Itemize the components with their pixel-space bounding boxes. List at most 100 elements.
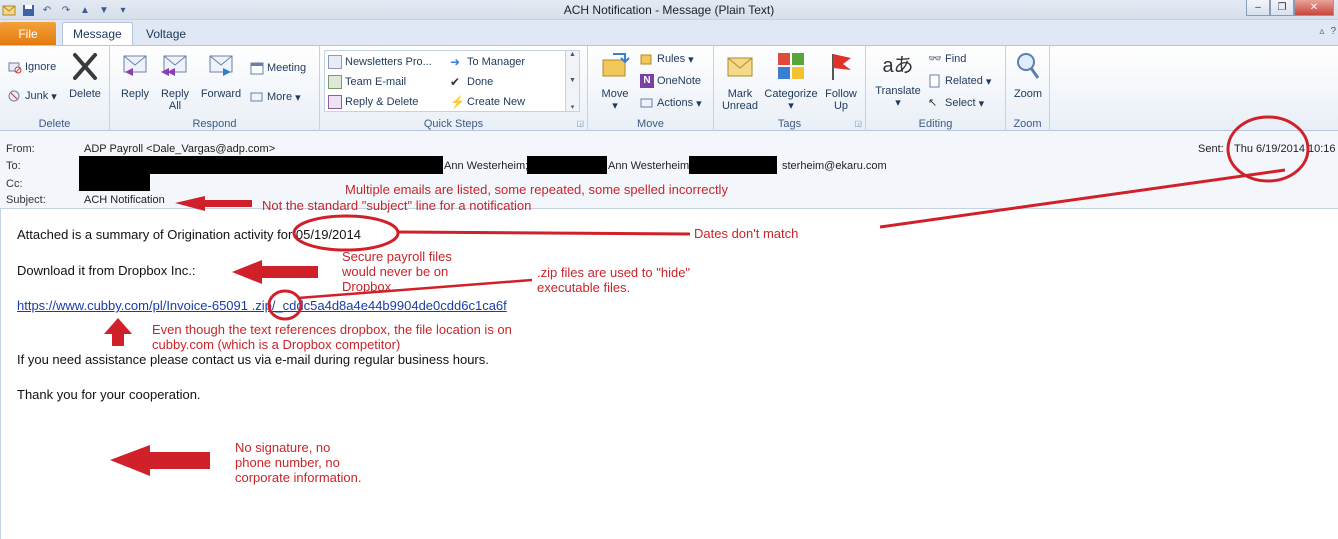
zoom-button[interactable]: Zoom [1010,50,1046,100]
ribbon: Ignore Junk ▾ Delete Delete Reply Reply A… [0,45,1338,131]
redaction-bar [79,156,443,174]
annotation-multiple-emails: Multiple emails are listed, some repeate… [345,182,728,197]
close-button[interactable]: ✕ [1294,0,1334,16]
rules-icon [640,54,652,65]
subject-label: Subject: [6,194,46,206]
redaction-bar [527,156,607,174]
tab-file[interactable]: File [0,22,56,45]
actions-icon [640,98,653,108]
group-tags: Mark Unread Categorize ▾ Follow Up Tags … [714,46,866,131]
more-button[interactable]: More ▾ [250,88,301,106]
newsletters-icon [328,55,342,69]
checkmark-icon: ✔ [450,75,461,89]
quick-step-newsletters[interactable]: Newsletters Pro... [328,53,432,71]
translate-button[interactable]: aあ Translate ▾ [872,50,924,109]
to-recipient-1[interactable]: Ann Westerheim; [444,160,528,172]
find-button[interactable]: 👓 Find [928,50,966,68]
mark-unread-button[interactable]: Mark Unread [720,50,760,112]
from-label: From: [6,143,35,155]
quick-steps-scrollbar[interactable]: ▲ ▼ ▾ [565,51,579,111]
actions-button[interactable]: Actions ▾ [640,94,702,112]
quick-step-to-manager[interactable]: ➜ To Manager [450,53,525,71]
meeting-button[interactable]: Meeting [250,59,306,77]
categorize-button[interactable]: Categorize ▾ [762,50,820,112]
annotation-subject: Not the standard "subject" line for a no… [262,198,532,213]
body-line-assistance: If you need assistance please contact us… [17,352,489,367]
group-label-editing: Editing [918,118,953,130]
quick-step-done[interactable]: ✔ Done [450,73,493,91]
delete-button[interactable]: Delete [66,50,104,100]
group-editing: aあ Translate ▾ 👓 Find Related ▾ ↖ Select ▾… [866,46,1006,131]
tab-voltage[interactable]: Voltage [136,22,196,45]
magnifier-icon [1017,53,1040,79]
to-recipient-2[interactable]: Ann Westerheim; [608,160,692,172]
maximize-button[interactable]: ❐ [1270,0,1294,16]
group-label-zoom: Zoom [1013,118,1042,130]
minimize-ribbon-icon[interactable]: ▵ [1319,26,1324,37]
group-label-quick-steps: Quick Steps [423,118,484,130]
scroll-down-icon[interactable]: ▼ [569,77,576,84]
group-label-respond: Respond [192,118,237,130]
origination-date: 05/19/2014 [295,227,361,242]
reply-all-icon [161,55,187,76]
forward-icon [209,55,233,76]
team-email-icon [328,75,342,89]
forward-button[interactable]: Forward [198,50,244,100]
related-icon [929,74,940,88]
move-button[interactable]: Move ▾ [596,50,634,112]
quick-step-create-new[interactable]: ⚡ Create New [450,93,525,111]
from-value[interactable]: ADP Payroll <Dale_Vargas@adp.com> [84,143,275,155]
annotation-cubby: Even though the text references dropbox,… [152,322,512,352]
reply-button[interactable]: Reply [118,50,152,100]
lightning-icon: ⚡ [450,95,465,109]
body-line-download: Download it from Dropbox Inc.: [17,263,196,278]
chevron-down-icon: ▾ [612,100,618,112]
redaction-bar [79,173,150,191]
junk-button[interactable]: Junk ▾ [8,87,57,105]
quick-steps-gallery: Newsletters Pro... Team E-mail Reply & D… [324,50,580,112]
chevron-down-icon: ▾ [978,97,985,110]
group-label-move: Move [637,118,664,130]
chevron-down-icon: ▾ [295,91,301,104]
group-label-delete: Delete [38,118,71,130]
rules-button[interactable]: Rules ▾ [640,50,694,68]
to-label: To: [6,160,21,172]
subject-value: ACH Notification [84,194,165,206]
sent-label: Sent: [1198,143,1224,155]
reply-delete-icon [328,95,342,109]
expand-gallery-icon[interactable]: ▾ [571,103,575,111]
cc-label: Cc: [6,178,23,190]
tab-message[interactable]: Message [62,22,133,45]
window-title: ACH Notification - Message (Plain Text) [563,3,775,17]
group-zoom: Zoom Zoom [1006,46,1050,131]
redaction-bar [689,156,777,174]
ribbon-tabs: File Message Voltage ▵ ? [0,20,1338,45]
dialog-launcher-icon[interactable]: ◲ [576,119,584,128]
ignore-button[interactable]: Ignore [8,58,56,76]
body-line-summary: Attached is a summary of Origination act… [17,227,361,242]
invoice-link[interactable]: https://www.cubby.com/pl/Invoice-65091 .… [17,298,507,313]
chevron-down-icon: ▾ [696,97,702,110]
quick-step-team-email[interactable]: Team E-mail [328,73,406,91]
quick-step-reply-delete[interactable]: Reply & Delete [328,93,418,111]
chevron-down-icon: ▾ [985,75,992,88]
reply-all-button[interactable]: Reply All [158,50,192,112]
ribbon-controls: ▵ ? [1319,26,1336,37]
related-button[interactable]: Related ▾ [928,72,991,90]
chevron-down-icon: ▾ [51,90,57,103]
dialog-launcher-icon[interactable]: ◲ [854,119,862,128]
more-icon [250,92,263,102]
minimize-button[interactable]: – [1246,0,1270,16]
ignore-icon [8,62,22,74]
to-recipient-3[interactable]: sterheim@ekaru.com [782,160,887,172]
binoculars-icon: 👓 [928,53,942,65]
onenote-button[interactable]: N OneNote [640,72,701,90]
follow-up-button[interactable]: Follow Up [822,50,860,112]
message-body: Attached is a summary of Origination act… [0,209,1338,539]
help-icon[interactable]: ? [1330,26,1336,37]
move-folder-icon [602,53,630,77]
calendar-icon [250,62,264,75]
group-move: Move ▾ Rules ▾ N OneNote Actions ▾ Move [588,46,714,131]
scroll-up-icon[interactable]: ▲ [569,51,576,58]
select-button[interactable]: ↖ Select ▾ [928,94,984,112]
